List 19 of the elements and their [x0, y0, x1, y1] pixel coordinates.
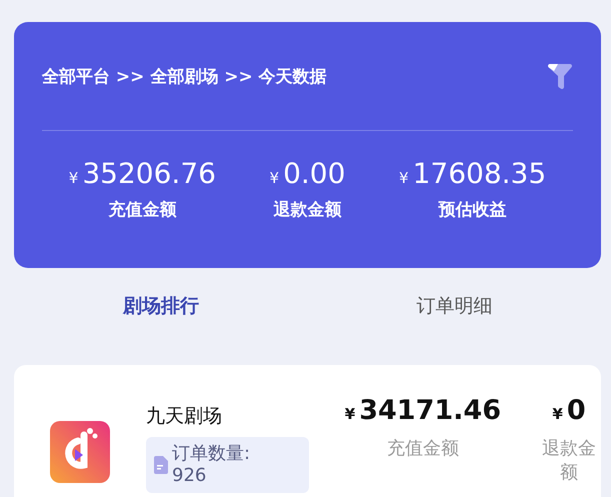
tab[interactable]: 订单明细 — [308, 292, 601, 320]
order-count-text: 订单数量: 926 — [172, 443, 250, 487]
recharge-amount: ¥34171.46 — [344, 395, 501, 426]
refund-amount: ¥0 — [552, 395, 586, 426]
stat-value: ¥0.00 — [270, 157, 346, 190]
refund-label: 退款金额 — [541, 437, 597, 484]
recharge-label: 充值金额 — [386, 437, 459, 460]
theater-card[interactable]: 九天剧场 订单数量: 926 ¥34171.46 充值金额 ¥0 退款金额 — [14, 365, 601, 497]
breadcrumb[interactable]: 全部平台 >> 全部剧场 >> 今天数据 — [42, 64, 327, 88]
theater-name: 九天剧场 — [146, 404, 223, 429]
tab[interactable]: 剧场排行 — [14, 292, 308, 320]
document-icon — [154, 456, 168, 474]
stat-value: ¥17608.35 — [399, 157, 546, 190]
stat-label: 预估收益 — [438, 199, 507, 221]
stat-label: 充值金额 — [108, 199, 176, 221]
app-logo-icon — [50, 421, 110, 483]
filter-icon[interactable] — [547, 62, 573, 90]
stat-label: 退款金额 — [273, 199, 342, 221]
stat-value: ¥35206.76 — [68, 157, 216, 190]
